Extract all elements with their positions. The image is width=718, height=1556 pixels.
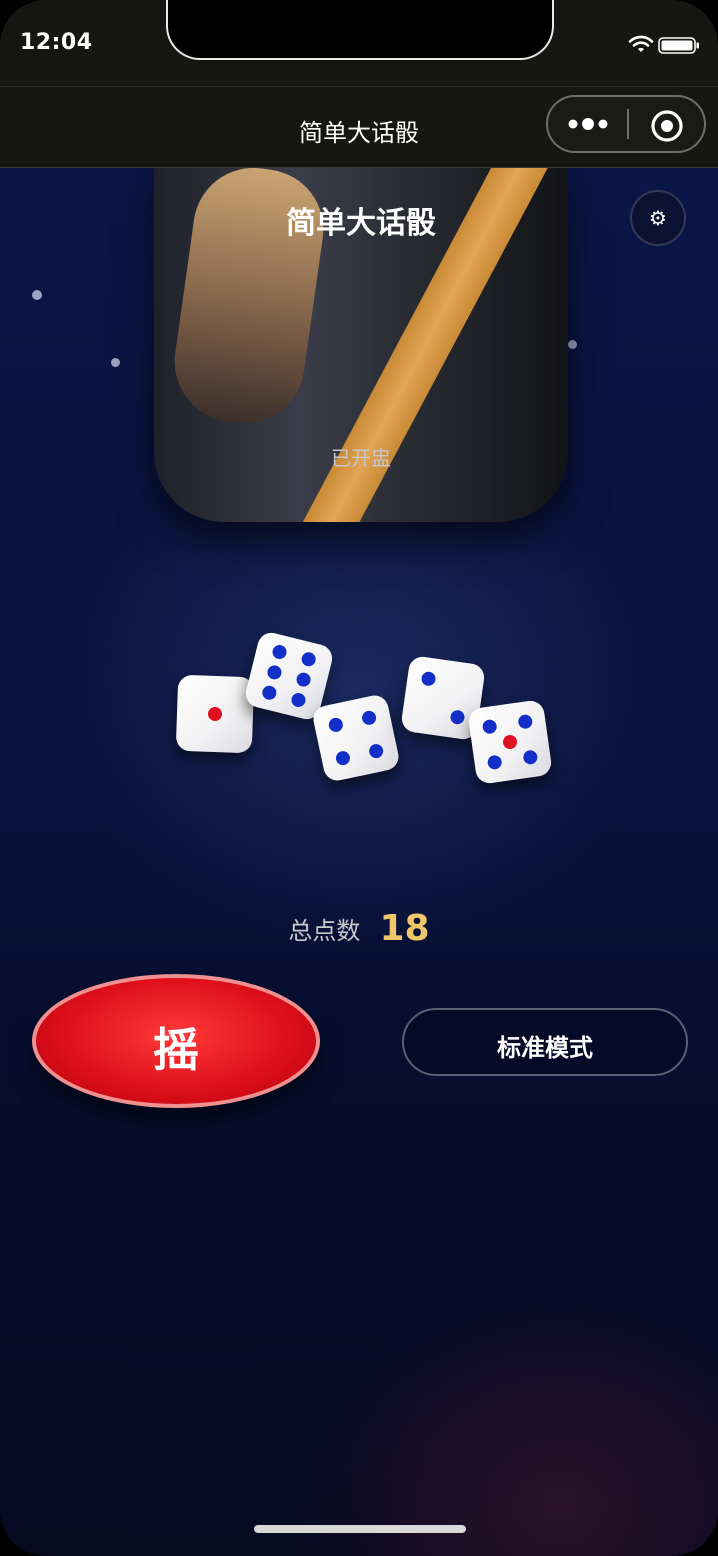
die-pip bbox=[360, 709, 378, 727]
die-1 bbox=[175, 674, 255, 754]
cup-title: 简单大话骰 bbox=[286, 206, 436, 241]
die-3 bbox=[310, 692, 402, 784]
phone-screen: 12:04 简单大话骰 简单大话骰 已开盅 ⚙ 总点数 18 摇 标准模式 bbox=[0, 0, 718, 1556]
status-time: 12:04 bbox=[20, 30, 93, 55]
die-pip bbox=[502, 734, 518, 750]
shake-label: 摇 bbox=[153, 1023, 199, 1077]
die-5 bbox=[467, 699, 553, 785]
die-pip bbox=[270, 643, 288, 661]
die-pip bbox=[295, 671, 313, 689]
status-bar: 12:04 bbox=[0, 0, 718, 86]
die-pip bbox=[481, 718, 498, 735]
die-pip bbox=[420, 671, 437, 688]
mode-label: 标准模式 bbox=[497, 1034, 593, 1062]
star-decoration bbox=[568, 340, 577, 349]
die-pip bbox=[290, 691, 308, 709]
more-icon[interactable] bbox=[568, 115, 610, 133]
die-pip bbox=[300, 650, 318, 668]
mode-button[interactable]: 标准模式 bbox=[402, 1008, 688, 1076]
star-decoration bbox=[32, 290, 42, 300]
die-pip bbox=[486, 754, 503, 771]
total-value: 18 bbox=[379, 908, 430, 949]
shake-button[interactable]: 摇 bbox=[32, 974, 320, 1108]
die-pip bbox=[449, 708, 466, 725]
die-pip bbox=[265, 663, 283, 681]
die-pip bbox=[517, 713, 534, 730]
total-label: 总点数 bbox=[288, 917, 361, 945]
capsule-divider bbox=[627, 109, 629, 139]
notch bbox=[166, 0, 554, 60]
die-pip bbox=[522, 749, 539, 766]
die-pip bbox=[367, 742, 385, 760]
home-indicator bbox=[254, 1525, 466, 1533]
star-decoration bbox=[111, 358, 120, 367]
mini-program-capsule bbox=[546, 95, 706, 153]
game-area: 简单大话骰 已开盅 ⚙ 总点数 18 摇 标准模式 bbox=[0, 168, 718, 1556]
settings-button[interactable]: ⚙ bbox=[630, 190, 686, 246]
dice-cup[interactable]: 简单大话骰 已开盅 bbox=[154, 168, 568, 522]
die-pip bbox=[334, 749, 352, 767]
die-pip bbox=[260, 684, 278, 702]
total-points: 总点数 18 bbox=[0, 908, 718, 949]
cup-status: 已开盅 bbox=[331, 446, 391, 470]
gear-icon: ⚙ bbox=[649, 206, 667, 230]
die-pip bbox=[327, 716, 345, 734]
nav-bar: 简单大话骰 bbox=[0, 86, 718, 168]
wifi-icon bbox=[628, 35, 654, 52]
battery-icon bbox=[658, 37, 699, 54]
die-pip bbox=[207, 706, 223, 722]
close-target-icon[interactable] bbox=[650, 109, 684, 143]
